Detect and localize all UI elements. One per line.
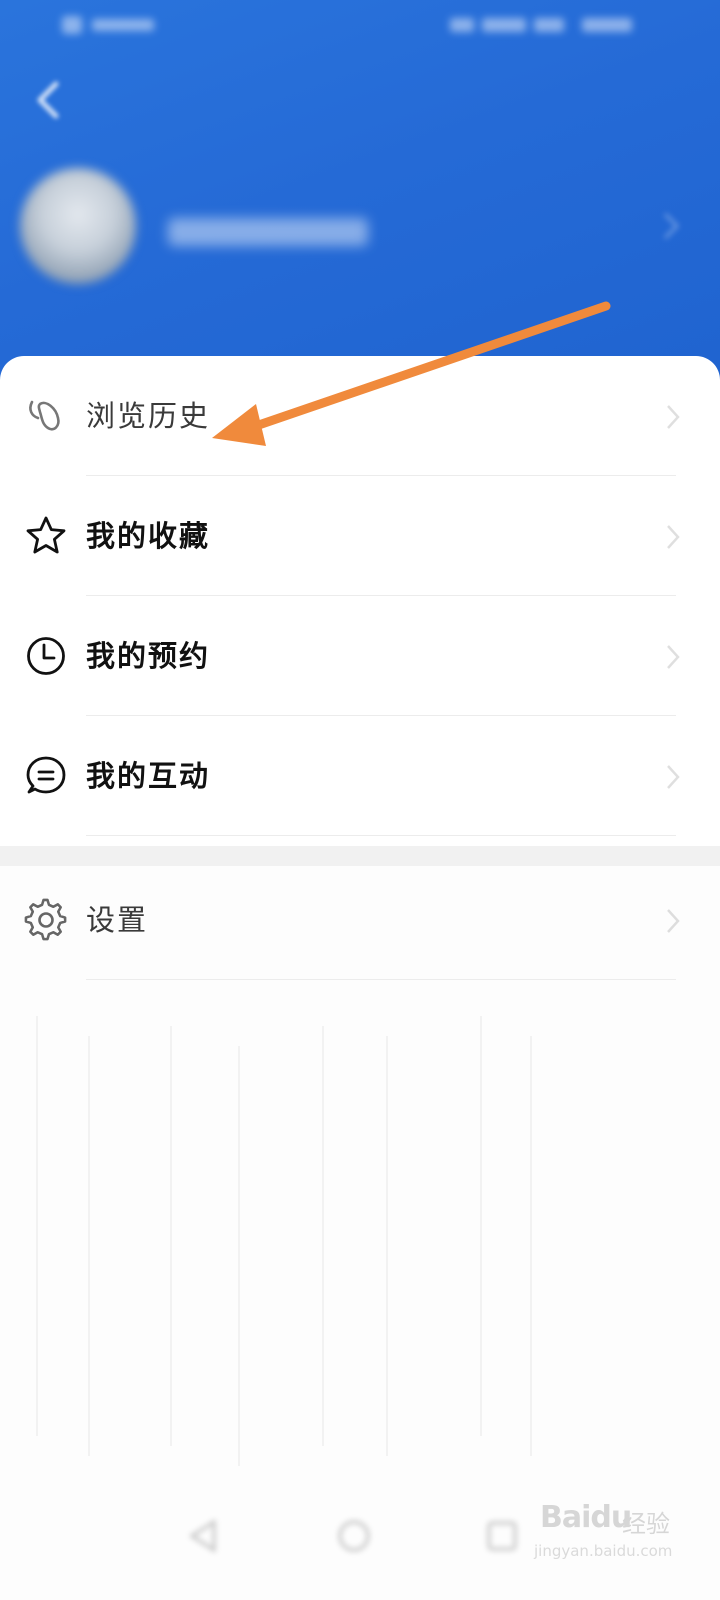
chevron-right-icon [664,402,682,432]
menu-item-browse-history[interactable]: 浏览历史 [0,356,720,476]
ghost-line [386,1036,388,1456]
nav-home-icon[interactable] [334,1516,374,1556]
chevron-right-icon [664,522,682,552]
chevron-right-icon [664,642,682,672]
menu-item-label: 我的互动 [86,759,211,793]
menu-item-interactions[interactable]: 我的互动 [0,716,720,836]
clock-icon [24,634,68,678]
watermark-product: 经验 [622,1510,670,1538]
profile-screen: 浏览历史 我的收藏 我的预约 我的互动 设置 Baidu 经验 jingyan.… [0,0,720,1600]
nav-recents-icon[interactable] [482,1516,522,1556]
ghost-line [88,1036,90,1456]
menu-item-label: 设置 [86,903,149,937]
star-icon [24,514,68,558]
divider [86,979,676,980]
gear-icon [24,898,68,942]
chevron-right-icon [664,762,682,792]
watermark-url: jingyan.baidu.com [534,1542,673,1560]
footprint-icon [24,394,68,438]
chat-icon [24,754,68,798]
menu-item-label: 浏览历史 [86,399,211,433]
profile-chevron-icon[interactable] [660,210,682,242]
ghost-line [238,1046,240,1466]
back-arrow-icon [37,81,59,119]
menu-item-settings[interactable]: 设置 [0,860,720,980]
ghost-line [36,1016,38,1436]
menu-card: 浏览历史 我的收藏 我的预约 我的互动 [0,356,720,856]
divider [86,835,676,836]
ghost-line [530,1036,532,1456]
ghost-line [322,1026,324,1446]
baidu-jingyan-watermark: Baidu 经验 jingyan.baidu.com [534,1492,684,1572]
menu-item-label: 我的收藏 [86,519,211,553]
avatar[interactable] [20,168,136,284]
menu-item-label: 我的预约 [86,639,211,673]
menu-item-favorites[interactable]: 我的收藏 [0,476,720,596]
status-left-blurred [62,14,162,36]
status-bar [0,0,720,50]
watermark-brand: Baidu [540,1500,632,1535]
nav-back-icon[interactable] [184,1516,224,1556]
menu-item-appointments[interactable]: 我的预约 [0,596,720,716]
user-name-blurred[interactable] [168,218,368,246]
chevron-right-icon [664,906,682,936]
ghost-line [170,1026,172,1446]
back-button[interactable] [28,78,72,122]
status-icons-blurred [450,14,640,36]
ghost-line [480,1016,482,1436]
